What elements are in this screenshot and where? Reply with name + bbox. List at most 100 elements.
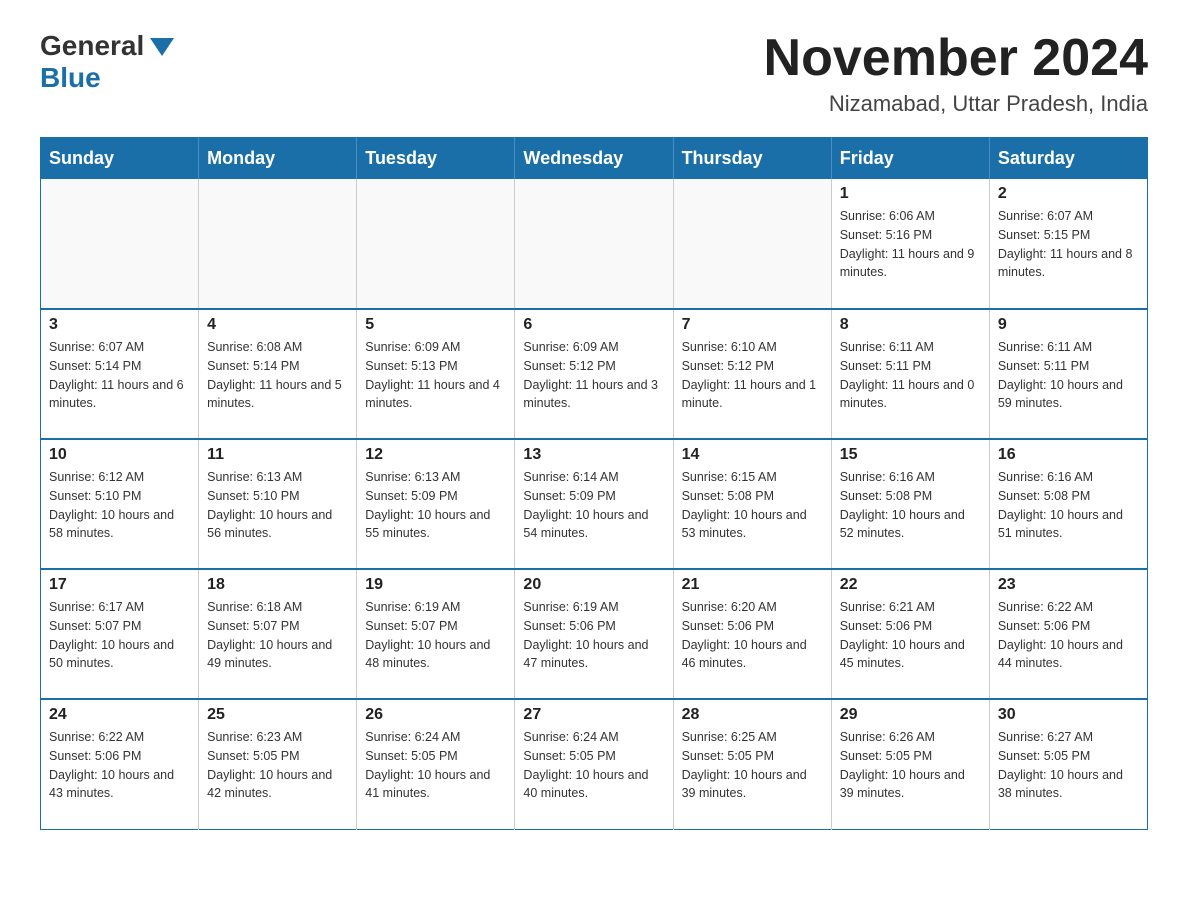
day-info-line: Sunset: 5:14 PM: [207, 359, 299, 373]
day-info-line: Daylight: 11 hours and 9 minutes.: [840, 247, 975, 280]
calendar-cell: 12Sunrise: 6:13 AMSunset: 5:09 PMDayligh…: [357, 439, 515, 569]
day-info-line: Daylight: 10 hours and 39 minutes.: [840, 768, 965, 801]
day-info: Sunrise: 6:25 AM Sunset: 5:05 PM Daylight:…: [682, 728, 823, 803]
day-info-line: Sunrise: 6:27 AM: [998, 730, 1093, 744]
day-info-line: Daylight: 10 hours and 38 minutes.: [998, 768, 1123, 801]
day-number: 11: [207, 446, 348, 464]
day-number: 10: [49, 446, 190, 464]
calendar-week-row: 3 Sunrise: 6:07 AMSunset: 5:14 PMDaylight…: [41, 309, 1148, 439]
day-info-line: Sunset: 5:08 PM: [682, 489, 774, 503]
day-info: Sunrise: 6:15 AMSunset: 5:08 PMDaylight:…: [682, 468, 823, 543]
day-info-line: Sunset: 5:08 PM: [998, 489, 1090, 503]
day-info-line: Sunrise: 6:24 AM: [365, 730, 460, 744]
day-info-line: Daylight: 11 hours and 1 minute.: [682, 378, 817, 411]
day-info-line: Sunset: 5:10 PM: [207, 489, 299, 503]
day-info: Sunrise: 6:13 AMSunset: 5:10 PMDaylight:…: [207, 468, 348, 543]
day-info-line: Daylight: 10 hours and 39 minutes.: [682, 768, 807, 801]
day-info-line: Sunrise: 6:10 AM: [682, 340, 777, 354]
day-info: Sunrise: 6:26 AMSunset: 5:05 PMDaylight:…: [840, 728, 981, 803]
day-info-line: Daylight: 10 hours and 47 minutes.: [523, 638, 648, 671]
day-info: Sunrise: 6:16 AMSunset: 5:08 PMDaylight:…: [998, 468, 1139, 543]
calendar-cell: 24Sunrise: 6:22 AMSunset: 5:06 PMDayligh…: [41, 699, 199, 829]
day-info: Sunrise: 6:09 AMSunset: 5:13 PMDaylight:…: [365, 338, 506, 413]
day-info-line: Sunrise: 6:13 AM: [365, 470, 460, 484]
day-info-line: Sunset: 5:09 PM: [365, 489, 457, 503]
calendar-cell: 6Sunrise: 6:09 AMSunset: 5:12 PMDaylight…: [515, 309, 673, 439]
calendar-cell: 26Sunrise: 6:24 AMSunset: 5:05 PMDayligh…: [357, 699, 515, 829]
day-info-line: Sunrise: 6:06 AM: [840, 209, 935, 223]
day-of-week-wednesday: Wednesday: [515, 138, 673, 180]
calendar-cell: 15Sunrise: 6:16 AMSunset: 5:08 PMDayligh…: [831, 439, 989, 569]
day-info: Sunrise: 6:09 AMSunset: 5:12 PMDaylight:…: [523, 338, 664, 413]
calendar-cell: 28Sunrise: 6:25 AMSunset: 5:05 PMDayligh…: [673, 699, 831, 829]
day-info-line: Sunset: 5:05 PM: [207, 749, 299, 763]
day-info-line: Sunrise: 6:25 AM: [682, 730, 777, 744]
day-number: 29: [840, 706, 981, 724]
day-info-line: Daylight: 10 hours and 55 minutes.: [365, 508, 490, 541]
day-info: Sunrise: 6:12 AMSunset: 5:10 PMDaylight:…: [49, 468, 190, 543]
day-of-week-friday: Friday: [831, 138, 989, 180]
day-number: 27: [523, 706, 664, 724]
day-info-line: Daylight: 11 hours and 5 minutes.: [207, 378, 342, 411]
calendar-cell: [41, 179, 199, 309]
calendar-cell: 1Sunrise: 6:06 AMSunset: 5:16 PMDaylight…: [831, 179, 989, 309]
day-info-line: Daylight: 10 hours and 48 minutes.: [365, 638, 490, 671]
day-info-line: Daylight: 10 hours and 49 minutes.: [207, 638, 332, 671]
title-section: November 2024 Nizamabad, Uttar Pradesh, …: [764, 30, 1148, 117]
day-info-line: Sunset: 5:05 PM: [365, 749, 457, 763]
day-number: 13: [523, 446, 664, 464]
calendar-cell: 11Sunrise: 6:13 AMSunset: 5:10 PMDayligh…: [199, 439, 357, 569]
month-title: November 2024: [764, 30, 1148, 87]
day-info-line: Daylight: 10 hours and 44 minutes.: [998, 638, 1123, 671]
day-number: 1: [840, 185, 981, 203]
day-number: 2: [998, 185, 1139, 203]
calendar-cell: 19Sunrise: 6:19 AMSunset: 5:07 PMDayligh…: [357, 569, 515, 699]
day-info-line: Sunset: 5:05 PM: [682, 749, 774, 763]
day-info-line: Sunrise: 6:16 AM: [840, 470, 935, 484]
day-number: 17: [49, 576, 190, 594]
day-number: 25: [207, 706, 348, 724]
day-info-line: Daylight: 10 hours and 40 minutes.: [523, 768, 648, 801]
day-number: 8: [840, 316, 981, 334]
calendar-table: SundayMondayTuesdayWednesdayThursdayFrid…: [40, 137, 1148, 830]
day-info-line: Sunrise: 6:14 AM: [523, 470, 618, 484]
calendar-cell: [357, 179, 515, 309]
day-number: 26: [365, 706, 506, 724]
calendar-cell: 8Sunrise: 6:11 AMSunset: 5:11 PMDaylight…: [831, 309, 989, 439]
calendar-cell: 5 Sunrise: 6:09 AMSunset: 5:13 PMDaylight…: [357, 309, 515, 439]
calendar-cell: 7Sunrise: 6:10 AMSunset: 5:12 PMDaylight…: [673, 309, 831, 439]
calendar-cell: 2Sunrise: 6:07 AMSunset: 5:15 PMDaylight…: [989, 179, 1147, 309]
day-number: 20: [523, 576, 664, 594]
day-info: Sunrise: 6:08 AMSunset: 5:14 PMDaylight:…: [207, 338, 348, 413]
day-number: 3: [49, 316, 190, 334]
day-info-line: Sunset: 5:12 PM: [523, 359, 615, 373]
calendar-week-row: 17Sunrise: 6:17 AMSunset: 5:07 PMDayligh…: [41, 569, 1148, 699]
day-number: 5: [365, 316, 506, 334]
calendar-cell: 22Sunrise: 6:21 AMSunset: 5:06 PMDayligh…: [831, 569, 989, 699]
calendar-cell: 10 Sunrise: 6:12 AMSunset: 5:10 PMDayligh…: [41, 439, 199, 569]
calendar-cell: [199, 179, 357, 309]
day-info-line: Sunrise: 6:26 AM: [840, 730, 935, 744]
day-info: Sunrise: 6:10 AMSunset: 5:12 PMDaylight:…: [682, 338, 823, 413]
day-info-line: Daylight: 10 hours and 52 minutes.: [840, 508, 965, 541]
day-info: Sunrise: 6:07 AMSunset: 5:14 PMDaylight:…: [49, 338, 190, 413]
day-info-line: Sunrise: 6:09 AM: [523, 340, 618, 354]
day-info-line: Sunrise: 6:09 AM: [365, 340, 460, 354]
day-number: 19: [365, 576, 506, 594]
day-of-week-tuesday: Tuesday: [357, 138, 515, 180]
day-number: 18: [207, 576, 348, 594]
day-number: 16: [998, 446, 1139, 464]
day-info-line: Sunset: 5:07 PM: [49, 619, 141, 633]
day-of-week-saturday: Saturday: [989, 138, 1147, 180]
logo-blue-text: Blue: [40, 62, 101, 93]
day-info-line: Sunrise: 6:11 AM: [998, 340, 1092, 354]
day-info: Sunrise: 6:22 AMSunset: 5:06 PMDaylight:…: [49, 728, 190, 803]
day-info: Sunrise: 6:18 AMSunset: 5:07 PMDaylight:…: [207, 598, 348, 673]
day-number: 4: [207, 316, 348, 334]
day-info-line: Sunrise: 6:19 AM: [523, 600, 618, 614]
day-number: 15: [840, 446, 981, 464]
day-info-line: Sunrise: 6:13 AM: [207, 470, 302, 484]
logo-general-text: General: [40, 30, 144, 62]
calendar-cell: 17Sunrise: 6:17 AMSunset: 5:07 PMDayligh…: [41, 569, 199, 699]
calendar-cell: 21Sunrise: 6:20 AMSunset: 5:06 PMDayligh…: [673, 569, 831, 699]
